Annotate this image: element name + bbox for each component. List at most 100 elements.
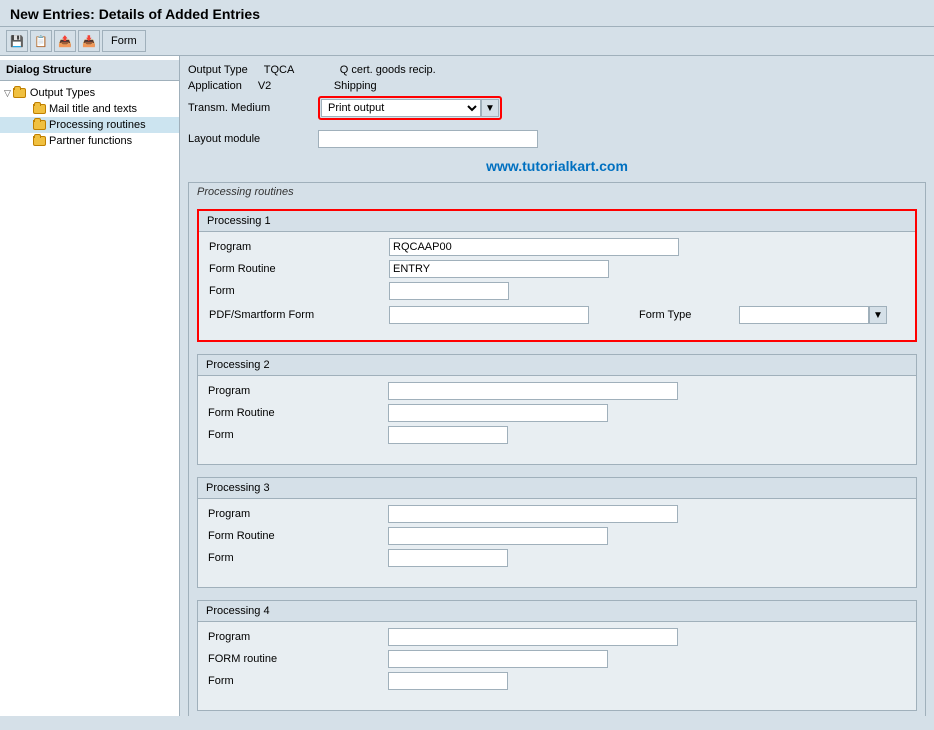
proc1-form-routine-label: Form Routine <box>209 263 389 275</box>
title-bar: New Entries: Details of Added Entries <box>0 0 934 27</box>
proc4-form-label: Form <box>208 675 388 687</box>
expand-arrow: ▽ <box>4 88 11 99</box>
proc3-form-row: Form <box>208 549 906 567</box>
proc4-form-input[interactable] <box>388 672 508 690</box>
copy-button[interactable]: 📋 <box>30 30 52 52</box>
transm-medium-dropdown-btn[interactable]: ▼ <box>481 99 499 117</box>
sidebar-label-processing: Processing routines <box>49 119 146 131</box>
proc2-form-routine-input[interactable] <box>388 404 608 422</box>
transm-medium-label: Transm. Medium <box>188 102 318 114</box>
processing-routines-outer: Processing routines Processing 1 Program… <box>188 182 926 716</box>
processing-3-section: Processing 3 Program Form Routine Form <box>197 477 917 588</box>
proc1-form-type-input[interactable] <box>739 306 869 324</box>
proc4-program-label: Program <box>208 631 388 643</box>
proc4-form-row: Form <box>208 672 906 690</box>
proc1-pdf-input[interactable] <box>389 306 589 324</box>
download-button[interactable]: 📥 <box>78 30 100 52</box>
folder-icon-processing <box>32 119 46 131</box>
proc1-form-row: Form <box>209 282 905 300</box>
proc3-program-row: Program <box>208 505 906 523</box>
sidebar-item-output-types[interactable]: ▽ Output Types <box>0 85 179 101</box>
proc3-form-label: Form <box>208 552 388 564</box>
layout-module-label: Layout module <box>188 133 318 145</box>
proc1-form-input[interactable] <box>389 282 509 300</box>
proc2-form-routine-row: Form Routine <box>208 404 906 422</box>
layout-module-input[interactable] <box>318 130 538 148</box>
sidebar-item-mail-title[interactable]: Mail title and texts <box>0 101 179 117</box>
application-label: Application <box>188 80 242 92</box>
proc4-form-routine-input[interactable] <box>388 650 608 668</box>
proc1-program-label: Program <box>209 241 389 253</box>
proc1-form-routine-row: Form Routine <box>209 260 905 278</box>
proc3-form-routine-label: Form Routine <box>208 530 388 542</box>
proc3-form-input[interactable] <box>388 549 508 567</box>
proc2-form-routine-label: Form Routine <box>208 407 388 419</box>
content-area: Output Type TQCA Q cert. goods recip. Ap… <box>180 56 934 716</box>
save-button[interactable]: 💾 <box>6 30 28 52</box>
sidebar-label-partner: Partner functions <box>49 135 132 147</box>
proc4-program-row: Program <box>208 628 906 646</box>
processing-3-header: Processing 3 <box>198 478 916 499</box>
processing-1-box: Processing 1 Program Form Routine Form <box>197 209 917 342</box>
sidebar-label-mail-title: Mail title and texts <box>49 103 137 115</box>
sidebar-tree: ▽ Output Types Mail title and texts <box>0 81 179 153</box>
processing-2-header: Processing 2 <box>198 355 916 376</box>
proc3-form-routine-input[interactable] <box>388 527 608 545</box>
proc1-form-routine-input[interactable] <box>389 260 609 278</box>
form-menu-button[interactable]: Form <box>102 30 146 52</box>
proc2-program-input[interactable] <box>388 382 678 400</box>
proc3-program-label: Program <box>208 508 388 520</box>
proc2-form-label: Form <box>208 429 388 441</box>
application-value: V2 <box>258 80 318 92</box>
proc2-program-row: Program <box>208 382 906 400</box>
proc1-form-type-label: Form Type <box>639 309 739 321</box>
processing-4-box: Processing 4 Program FORM routine Form <box>197 600 917 711</box>
watermark: www.tutorialkart.com <box>188 158 926 174</box>
transm-medium-select[interactable]: Print output <box>321 99 481 117</box>
page-title: New Entries: Details of Added Entries <box>10 6 924 22</box>
folder-icon-mail <box>32 103 46 115</box>
upload-button[interactable]: 📤 <box>54 30 76 52</box>
output-type-label: Output Type <box>188 64 248 76</box>
processing-4-content: Program FORM routine Form <box>198 622 916 700</box>
processing-2-content: Program Form Routine Form <box>198 376 916 454</box>
toolbar: 💾 📋 📤 📥 Form <box>0 27 934 56</box>
proc3-form-routine-row: Form Routine <box>208 527 906 545</box>
proc4-program-input[interactable] <box>388 628 678 646</box>
proc4-form-routine-label: FORM routine <box>208 653 388 665</box>
layout-module-row: Layout module <box>188 130 926 148</box>
processing-1-section: Processing 1 Program Form Routine Form <box>197 209 917 342</box>
sidebar-item-processing-routines[interactable]: Processing routines <box>0 117 179 133</box>
folder-icon-partner <box>32 135 46 147</box>
processing-3-content: Program Form Routine Form <box>198 499 916 577</box>
processing-3-box: Processing 3 Program Form Routine Form <box>197 477 917 588</box>
proc1-pdf-label: PDF/Smartform Form <box>209 309 389 321</box>
processing-1-content: Program Form Routine Form PDF/Smart <box>199 232 915 330</box>
proc2-form-row: Form <box>208 426 906 444</box>
proc2-program-label: Program <box>208 385 388 397</box>
output-type-desc: Q cert. goods recip. <box>340 64 436 76</box>
sidebar: Dialog Structure ▽ Output Types Mail tit… <box>0 56 180 716</box>
proc2-form-input[interactable] <box>388 426 508 444</box>
proc1-program-row: Program <box>209 238 905 256</box>
output-type-value: TQCA <box>264 64 324 76</box>
proc1-program-input[interactable] <box>389 238 679 256</box>
processing-routines-header: Processing routines <box>189 183 925 201</box>
transm-medium-select-wrapper: Print output ▼ <box>318 96 502 120</box>
processing-4-header: Processing 4 <box>198 601 916 622</box>
processing-2-section: Processing 2 Program Form Routine Form <box>197 354 917 465</box>
proc3-program-input[interactable] <box>388 505 678 523</box>
folder-icon <box>13 87 27 99</box>
sidebar-title: Dialog Structure <box>0 60 179 81</box>
proc1-form-type-btn[interactable]: ▼ <box>869 306 887 324</box>
processing-2-box: Processing 2 Program Form Routine Form <box>197 354 917 465</box>
application-desc: Shipping <box>334 80 377 92</box>
processing-1-header: Processing 1 <box>199 211 915 232</box>
processing-4-section: Processing 4 Program FORM routine Form <box>197 600 917 711</box>
proc1-form-label: Form <box>209 285 389 297</box>
proc4-form-routine-row: FORM routine <box>208 650 906 668</box>
transm-medium-row: Transm. Medium Print output ▼ <box>188 96 926 120</box>
sidebar-item-partner-functions[interactable]: Partner functions <box>0 133 179 149</box>
sidebar-label-output-types: Output Types <box>30 87 95 99</box>
main-container: Dialog Structure ▽ Output Types Mail tit… <box>0 56 934 716</box>
